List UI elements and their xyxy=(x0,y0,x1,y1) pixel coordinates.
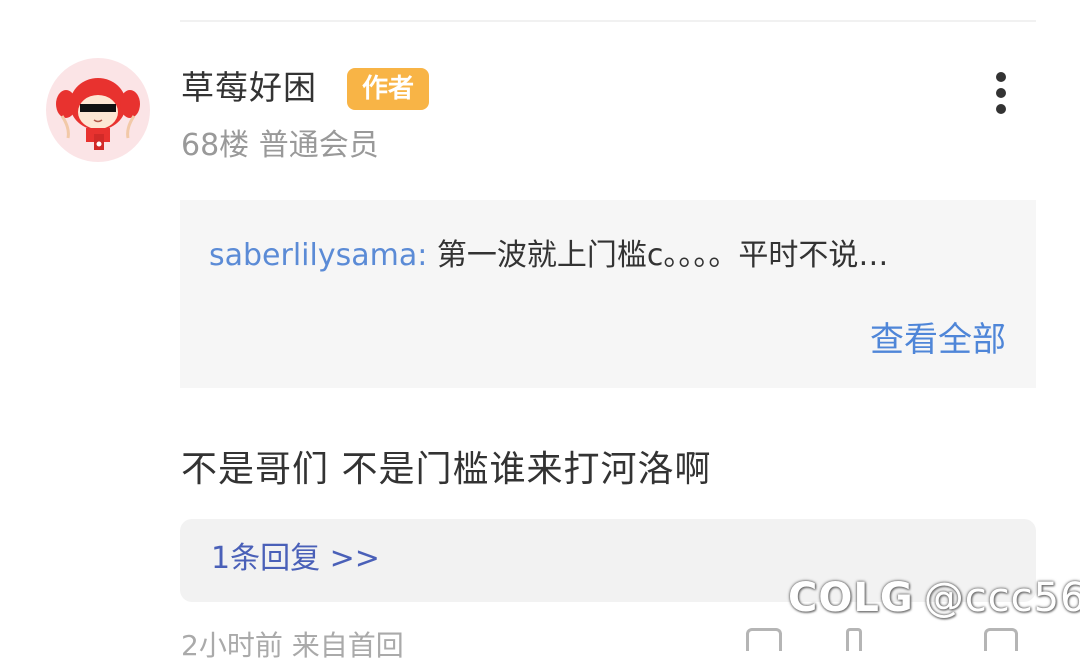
more-dot xyxy=(996,88,1006,98)
watermark-logo: COLG xyxy=(788,575,914,621)
more-dot xyxy=(996,104,1006,114)
quote-block: saberlilysama: 第一波就上门槛c。。。。平时不说… 查看全部 xyxy=(180,200,1036,388)
author-badge: 作者 xyxy=(347,68,429,110)
share-icon[interactable] xyxy=(984,628,1018,651)
like-icon[interactable] xyxy=(846,628,862,651)
footer-meta: 2小时前 来自首回 xyxy=(181,629,404,662)
comment-icon[interactable] xyxy=(746,628,782,651)
footer-actions xyxy=(740,628,1040,651)
watermark-handle: @ccc567 xyxy=(923,575,1080,621)
watermark: COLG@ccc567 xyxy=(788,570,1080,626)
post-meta: 68楼 普通会员 xyxy=(181,124,379,168)
member-level: 普通会员 xyxy=(258,128,379,163)
quote-text: 第一波就上门槛c。。。。平时不说… xyxy=(436,238,889,273)
floor-number: 68楼 xyxy=(181,128,250,163)
quote-line: saberlilysama: 第一波就上门槛c。。。。平时不说… xyxy=(209,234,888,278)
view-all-link[interactable]: 查看全部 xyxy=(870,316,1006,364)
more-options-button[interactable] xyxy=(984,68,1018,118)
replies-link[interactable]: 1条回复 >> xyxy=(211,537,380,581)
comment-text: 不是哥们 不是门槛谁来打河洛啊 xyxy=(181,449,712,490)
username[interactable]: 草莓好困 xyxy=(181,66,317,110)
more-vertical-icon xyxy=(996,72,1006,82)
user-avatar[interactable] xyxy=(46,58,150,162)
quote-user[interactable]: saberlilysama: xyxy=(209,238,427,273)
top-divider xyxy=(180,20,1036,22)
avatar-icon xyxy=(56,78,140,150)
